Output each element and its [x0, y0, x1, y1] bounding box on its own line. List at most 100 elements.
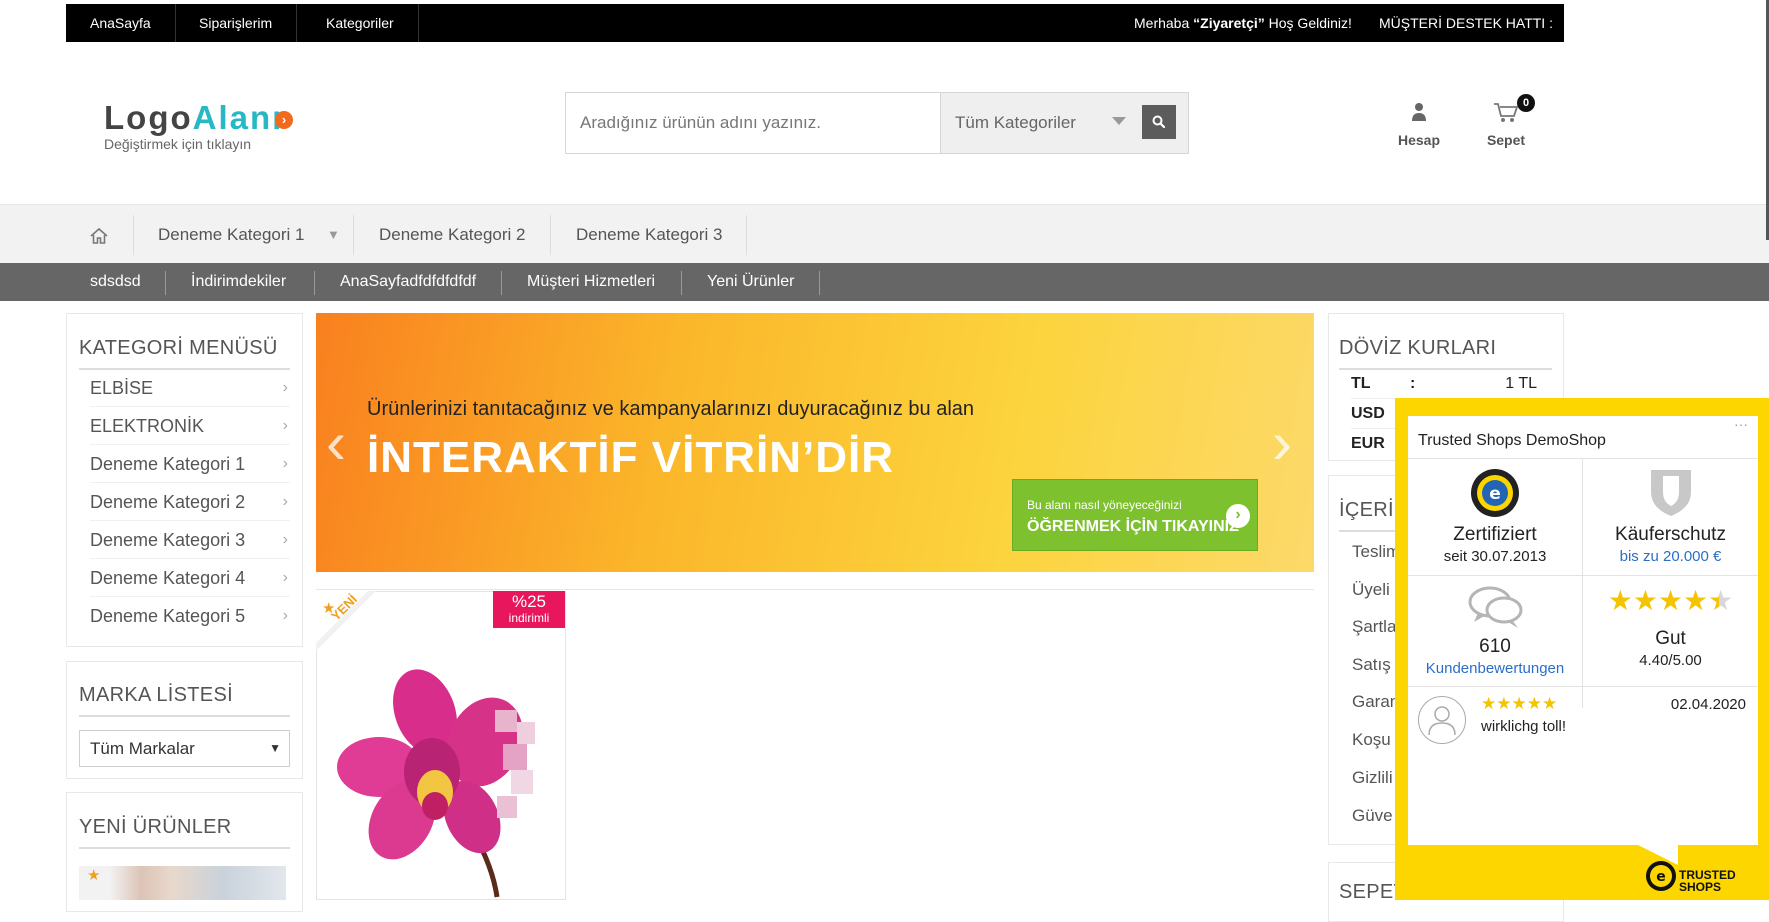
chevron-right-icon: ›: [1226, 504, 1250, 528]
nav-item-1[interactable]: Deneme Kategori 1: [158, 205, 304, 264]
currency-code: EUR: [1351, 435, 1385, 452]
star-icon: ★: [87, 867, 101, 884]
nav2-item-1[interactable]: sdsdsd: [90, 263, 141, 301]
content-link[interactable]: Şartla: [1352, 617, 1396, 637]
greeting-text: Merhaba “Ziyaretçi” Hoş Geldiniz!: [1134, 4, 1352, 42]
star-icon: ★: [1511, 694, 1527, 713]
ts-brand-line2: SHOPS: [1679, 880, 1722, 894]
category-item[interactable]: Deneme Kategori 4 ›: [90, 559, 290, 597]
reviewer-avatar-icon: [1418, 696, 1466, 744]
category-item[interactable]: Deneme Kategori 1 ›: [90, 445, 290, 483]
shield-icon: [1650, 470, 1691, 516]
category-item[interactable]: ELBİSE ›: [90, 369, 290, 407]
content-link[interactable]: Garan: [1352, 692, 1399, 712]
nav2-item-3[interactable]: AnaSayfadfdfdfdfdf: [340, 263, 476, 301]
brand-select[interactable]: Tüm Markalar ▼: [79, 730, 290, 767]
chat-bubbles-icon: [1468, 586, 1523, 628]
category-item-label: ELBİSE: [90, 378, 154, 398]
content-link[interactable]: Güve: [1352, 806, 1393, 826]
nav-home-button[interactable]: [89, 205, 109, 264]
category-item-label: Deneme Kategori 5: [90, 606, 246, 626]
content-link[interactable]: Koşu: [1352, 730, 1391, 750]
chevron-down-icon: [1112, 117, 1126, 125]
new-ribbon: ★ YENİ: [316, 591, 396, 671]
search-icon: [1152, 115, 1166, 129]
review-date: 02.04.2020: [1670, 696, 1746, 713]
content-link[interactable]: Üyeli: [1352, 580, 1390, 600]
nav2-item-2[interactable]: İndirimdekiler: [191, 263, 286, 301]
ts-reviews-link[interactable]: Kundenbewertungen: [1408, 660, 1582, 677]
currency-value: 1 TL: [1505, 375, 1537, 392]
ts-reviews-cell: 610 Kundenbewertungen: [1408, 584, 1582, 677]
category-item-label: Deneme Kategori 2: [90, 492, 246, 512]
ts-shop-title: Trusted Shops DemoShop: [1418, 432, 1606, 449]
content-link[interactable]: Satış: [1352, 655, 1391, 675]
category-item[interactable]: Deneme Kategori 3 ›: [90, 521, 290, 559]
logo-subtitle: Değiştirmek için tıklayın: [104, 136, 252, 152]
trusted-shops-logo-text: TRUSTED SHOPS: [1679, 869, 1736, 893]
star-icon: ★: [1607, 585, 1633, 616]
slider-next-icon[interactable]: ›: [1272, 408, 1292, 477]
ts-protection-amount[interactable]: bis zu 20.000 €: [1583, 548, 1758, 565]
topbar-home-link[interactable]: AnaSayfa: [66, 4, 176, 42]
svg-text:e: e: [1656, 869, 1666, 885]
category-item-label: Deneme Kategori 4: [90, 568, 246, 588]
banner-cta-button[interactable]: Bu alanı nasıl yöneyeceğinizi ÖĞRENMEK İ…: [1012, 479, 1258, 551]
brand-list-title: MARKA LİSTESİ: [79, 684, 233, 706]
rating-stars: ★★★★★: [1608, 584, 1734, 618]
nav-item-2[interactable]: Deneme Kategori 2: [379, 205, 525, 264]
currency-title: DÖVİZ KURLARI: [1339, 337, 1497, 359]
category-menu-title: KATEGORİ MENÜSÜ: [79, 337, 278, 359]
topbar-categories-link[interactable]: Kategoriler: [302, 4, 419, 42]
user-icon: [1412, 103, 1426, 121]
currency-row: TL : 1 TL: [1351, 369, 1537, 399]
new-product-thumbnail[interactable]: [79, 866, 286, 900]
chevron-right-icon: ›: [282, 607, 288, 624]
greeting-pre: Merhaba: [1134, 15, 1194, 31]
category-item[interactable]: Deneme Kategori 5 ›: [90, 597, 290, 635]
star-icon: ★: [1496, 694, 1512, 713]
trusted-shops-seal-icon: e: [1471, 469, 1519, 517]
account-label: Hesap: [1397, 132, 1441, 148]
trusted-shops-widget[interactable]: ··· Trusted Shops DemoShop e Zertifizier…: [1395, 398, 1769, 900]
category-item[interactable]: ELEKTRONİK ›: [90, 407, 290, 445]
currency-code: USD: [1351, 405, 1385, 422]
discount-badge: %25 indirimli: [493, 591, 565, 628]
discount-percent: %25: [511, 592, 547, 611]
nav2-item-5[interactable]: Yeni Ürünler: [707, 263, 794, 301]
ts-rating-value: 4.40/5.00: [1639, 652, 1702, 669]
nav-item-3[interactable]: Deneme Kategori 3: [576, 205, 722, 264]
currency-sep: :: [1410, 375, 1416, 392]
topbar-orders-link[interactable]: Siparişlerim: [175, 4, 298, 42]
chevron-right-icon: ›: [282, 531, 288, 548]
search-button[interactable]: [1142, 105, 1176, 139]
new-products-title: YENİ ÜRÜNLER: [79, 816, 232, 838]
banner-cta-small: Bu alanı nasıl yöneyeceğinizi: [1027, 498, 1182, 512]
ts-rating-cell: ★★★★★ Gut 4.40/5.00: [1583, 584, 1758, 669]
review-stars: ★★★★★: [1481, 695, 1557, 713]
more-icon[interactable]: ···: [1734, 416, 1748, 432]
content-link[interactable]: Gizlili: [1352, 768, 1393, 788]
star-icon: ★: [1632, 585, 1658, 616]
chevron-right-icon: ›: [282, 379, 288, 396]
greeting-post: Hoş Geldiniz!: [1264, 15, 1352, 31]
nav2-item-4[interactable]: Müşteri Hizmetleri: [527, 263, 655, 301]
chevron-right-icon: ›: [282, 569, 288, 586]
secondary-nav: sdsdsd İndirimdekiler AnaSayfadfdfdfdfdf…: [0, 263, 1769, 301]
ts-protection-title: Käuferschutz: [1615, 524, 1726, 545]
star-icon: ★: [1683, 585, 1709, 616]
chevron-right-icon: ›: [282, 455, 288, 472]
site-logo[interactable]: LogoAlanı: [104, 99, 283, 137]
category-item[interactable]: Deneme Kategori 2 ›: [90, 483, 290, 521]
slider-prev-icon[interactable]: ‹: [326, 408, 346, 477]
content-link[interactable]: Teslim: [1352, 542, 1400, 562]
hero-banner[interactable]: ‹ › Ürünlerinizi tanıtacağınız ve kampan…: [316, 313, 1314, 572]
currency-code: TL: [1351, 375, 1371, 392]
star-icon: ★: [1657, 585, 1684, 616]
account-button[interactable]: Hesap: [1391, 102, 1447, 148]
search-input[interactable]: [566, 93, 940, 153]
logo-arrow-icon: ›: [275, 111, 293, 129]
logo-part2: Alanı: [192, 99, 284, 136]
category-item-label: Deneme Kategori 1: [90, 454, 246, 474]
ts-reviews-count: 610: [1479, 636, 1511, 657]
